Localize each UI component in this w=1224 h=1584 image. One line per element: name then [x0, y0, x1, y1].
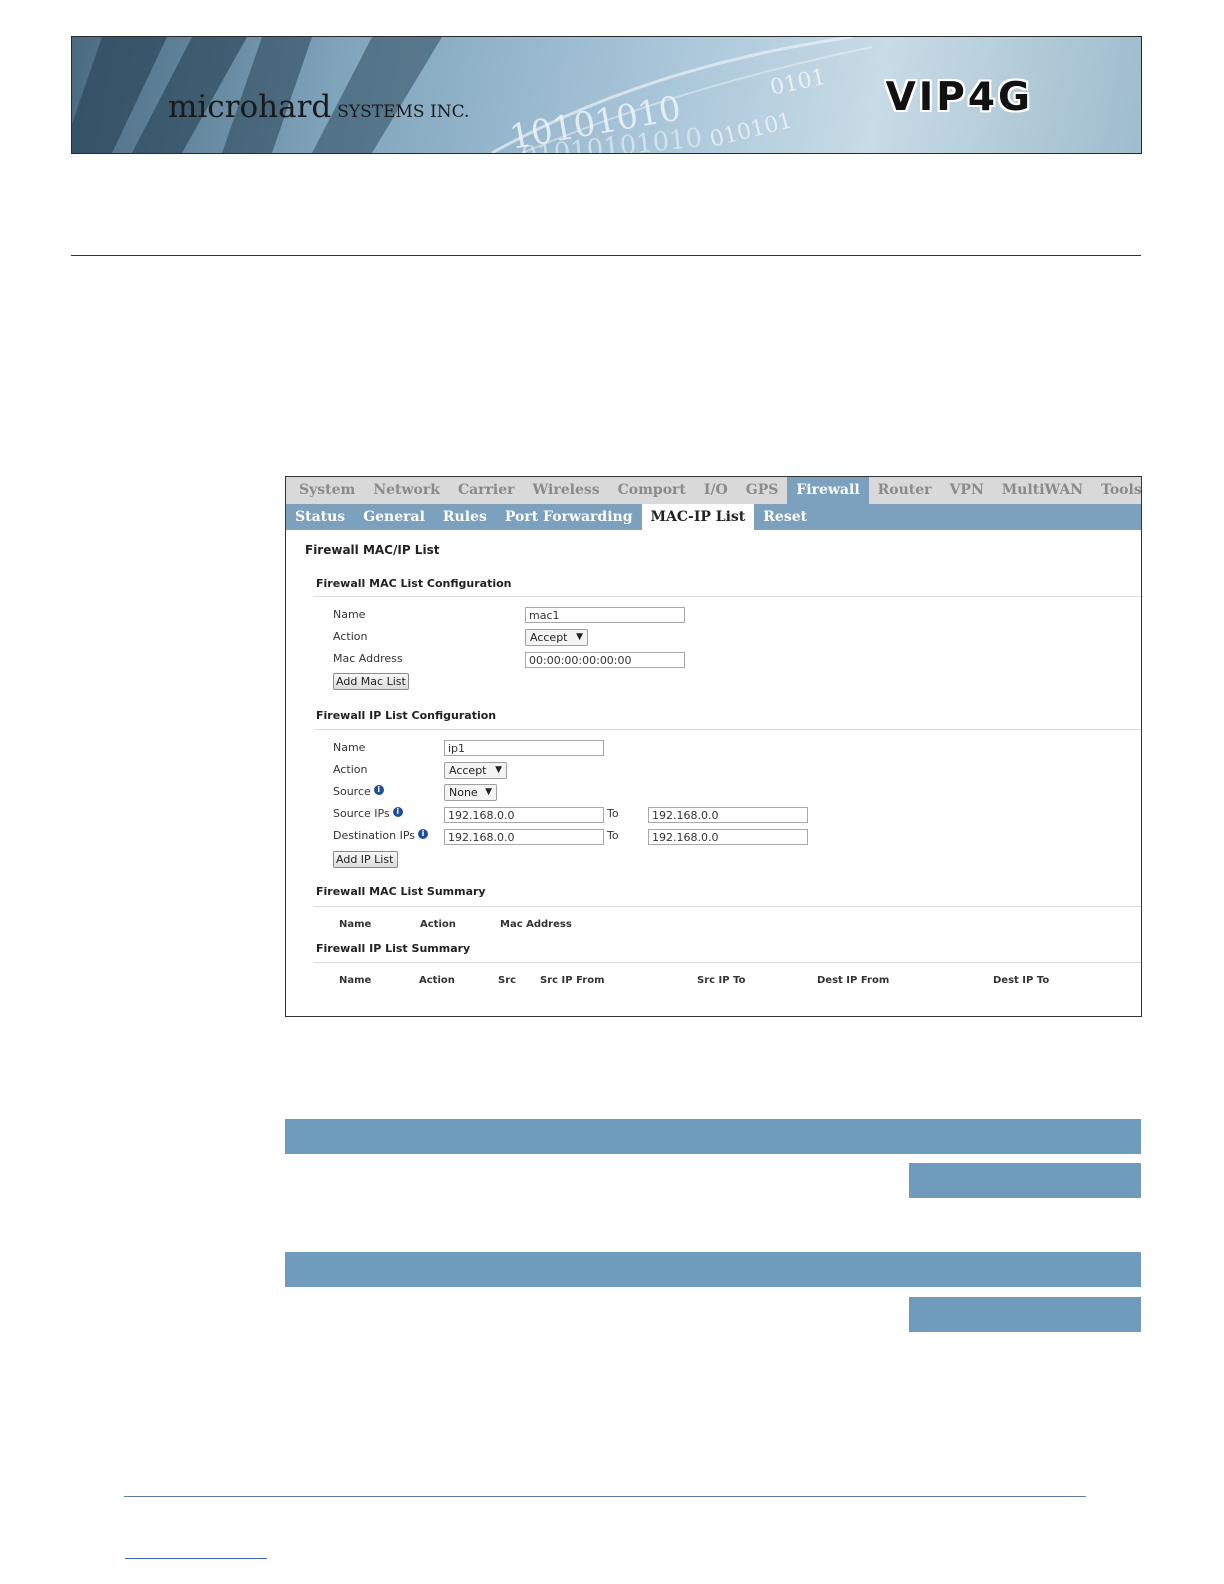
source-ip-from-input[interactable]: 192.168.0.0 — [444, 807, 604, 823]
add-mac-list-button[interactable]: Add Mac List — [333, 673, 409, 690]
ip-name-label: Name — [333, 741, 366, 754]
tab-io[interactable]: I/O — [695, 477, 737, 504]
subtab-reset[interactable]: Reset — [754, 504, 816, 530]
mac-address-input[interactable]: 00:00:00:00:00:00 — [525, 652, 685, 668]
tab-router[interactable]: Router — [869, 477, 941, 504]
tab-comport[interactable]: Comport — [609, 477, 695, 504]
tab-network[interactable]: Network — [364, 477, 449, 504]
footer-link-underline[interactable] — [125, 1558, 267, 1559]
ip-col-src: Src — [498, 975, 517, 986]
mac-name-input[interactable]: mac1 — [525, 607, 685, 623]
source-value: None — [449, 786, 478, 799]
table-header-bar-2 — [285, 1252, 1141, 1287]
table-value-bar-2 — [909, 1297, 1141, 1332]
ip-col-dest-from: Dest IP From — [817, 975, 890, 986]
tab-tools[interactable]: Tools — [1092, 477, 1141, 504]
dest-ip-from-input[interactable]: 192.168.0.0 — [444, 829, 604, 845]
mac-col-action: Action — [420, 919, 456, 930]
subtab-mac-ip-list[interactable]: MAC-IP List — [641, 504, 755, 530]
brand-sub: SYSTEMS INC. — [337, 102, 470, 122]
tab-carrier[interactable]: Carrier — [449, 477, 524, 504]
source-select[interactable]: None ▼ — [444, 784, 497, 801]
info-icon[interactable]: i — [373, 785, 384, 795]
table-value-bar-1 — [909, 1163, 1141, 1198]
source-ip-to-input[interactable]: 192.168.0.0 — [648, 807, 808, 823]
mac-col-name: Name — [339, 919, 372, 930]
mac-config-divider — [314, 596, 1141, 597]
source-ips-label-row: Source IPs i — [333, 807, 403, 820]
mac-action-select[interactable]: Accept ▼ — [525, 629, 588, 646]
brand-main: microhard — [168, 89, 332, 125]
mac-address-label: Mac Address — [333, 652, 403, 665]
ip-col-dest-to: Dest IP To — [993, 975, 1050, 986]
source-label: Source — [333, 785, 371, 798]
ip-action-label: Action — [333, 763, 368, 776]
ip-summary-divider — [314, 962, 1141, 963]
source-to-label: To — [607, 807, 619, 820]
mac-action-value: Accept — [530, 631, 568, 644]
ip-col-src-to: Src IP To — [697, 975, 746, 986]
firewall-mac-ip-screenshot: System Network Carrier Wireless Comport … — [285, 476, 1142, 1017]
chevron-down-icon: ▼ — [485, 787, 492, 797]
main-tabs: System Network Carrier Wireless Comport … — [286, 477, 1141, 504]
subtab-rules[interactable]: Rules — [434, 504, 496, 530]
dest-ips-label-row: Destination IPs i — [333, 829, 429, 842]
table-header-bar-1 — [285, 1119, 1141, 1154]
chevron-down-icon: ▼ — [576, 632, 583, 642]
subtab-general[interactable]: General — [354, 504, 434, 530]
tab-firewall[interactable]: Firewall — [787, 477, 869, 504]
brand-logo: microhard SYSTEMS INC. — [168, 89, 469, 125]
ip-action-select[interactable]: Accept ▼ — [444, 762, 507, 779]
ip-name-input[interactable]: ip1 — [444, 740, 604, 756]
source-ips-label: Source IPs — [333, 807, 390, 820]
subtab-port-forwarding[interactable]: Port Forwarding — [496, 504, 642, 530]
tab-system[interactable]: System — [290, 477, 364, 504]
info-icon[interactable]: i — [392, 807, 403, 817]
header-banner: 0101 10101010 010101 01010101010 microha… — [71, 36, 1142, 154]
mac-name-label: Name — [333, 608, 366, 621]
tab-multiwan[interactable]: MultiWAN — [993, 477, 1092, 504]
ip-action-value: Accept — [449, 764, 487, 777]
binary-text-1: 0101 — [768, 65, 828, 101]
sub-tabs: Status General Rules Port Forwarding MAC… — [286, 504, 1141, 530]
ip-config-divider — [314, 729, 1141, 730]
footer-divider — [124, 1496, 1086, 1497]
ip-col-name: Name — [339, 975, 372, 986]
add-ip-list-button[interactable]: Add IP List — [333, 851, 398, 868]
product-name: VIP4G — [885, 75, 1033, 120]
dest-ips-label: Destination IPs — [333, 829, 416, 842]
ip-col-src-from: Src IP From — [540, 975, 605, 986]
ip-col-action: Action — [419, 975, 455, 986]
binary-text-3: 010101 — [707, 108, 795, 153]
mac-action-label: Action — [333, 630, 368, 643]
ip-config-title: Firewall IP List Configuration — [316, 709, 497, 722]
tab-vpn[interactable]: VPN — [941, 477, 993, 504]
chevron-down-icon: ▼ — [495, 765, 502, 775]
tab-gps[interactable]: GPS — [737, 477, 788, 504]
dest-ip-to-input[interactable]: 192.168.0.0 — [648, 829, 808, 845]
mac-col-address: Mac Address — [500, 919, 572, 930]
tab-wireless[interactable]: Wireless — [524, 477, 609, 504]
mac-summary-divider — [314, 906, 1141, 907]
info-icon[interactable]: i — [418, 829, 429, 839]
mac-config-title: Firewall MAC List Configuration — [316, 577, 512, 590]
dest-to-label: To — [607, 829, 619, 842]
header-divider — [71, 255, 1141, 256]
source-label-row: Source i — [333, 785, 384, 798]
panel-title: Firewall MAC/IP List — [305, 543, 440, 557]
subtab-status[interactable]: Status — [286, 504, 354, 530]
ip-summary-title: Firewall IP List Summary — [316, 942, 471, 955]
mac-summary-title: Firewall MAC List Summary — [316, 885, 486, 898]
